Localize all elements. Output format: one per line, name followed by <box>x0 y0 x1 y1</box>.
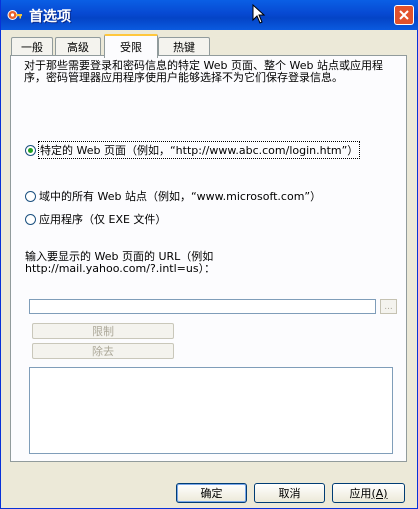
remove-button[interactable]: 除去 <box>32 343 174 359</box>
restrict-button[interactable]: 限制 <box>32 323 174 339</box>
apply-button[interactable]: 应用 (A) <box>332 483 405 503</box>
option-domain-sites-label: 域中的所有 Web 站点（例如，“www.microsoft.com”） <box>39 190 322 203</box>
radio-applications[interactable] <box>25 213 36 225</box>
restricted-items-list[interactable] <box>29 367 393 454</box>
option-applications-label: 应用程序（仅 EXE 文件） <box>39 213 167 226</box>
option-applications[interactable]: 应用程序（仅 EXE 文件） <box>25 211 166 227</box>
option-specific-page[interactable]: 特定的 Web 页面（例如，“http://www.abc.com/login.… <box>25 141 361 159</box>
mouse-cursor-icon <box>252 4 266 24</box>
window-title: 首选项 <box>29 9 71 25</box>
cancel-button[interactable]: 取消 <box>254 483 325 503</box>
preferences-window: 首选项 一般 高级 受限 热键 对于那些需要登录和密码信息的特定 Web 页面、… <box>0 0 418 509</box>
tab-general[interactable]: 一般 <box>11 37 53 56</box>
description-text: 对于那些需要登录和密码信息的特定 Web 页面、整个 Web 站点或应用程序，密… <box>24 59 383 84</box>
password-manager-icon <box>7 10 22 20</box>
radio-specific-page[interactable] <box>25 144 36 156</box>
title-bar[interactable]: 首选项 <box>1 0 418 30</box>
close-icon <box>399 10 409 20</box>
url-input[interactable] <box>29 299 376 314</box>
close-button[interactable] <box>394 5 414 25</box>
ok-button[interactable]: 确定 <box>176 483 247 503</box>
tab-advanced[interactable]: 高级 <box>55 37 101 56</box>
tab-restrictions[interactable]: 受限 <box>104 34 158 58</box>
apply-label: 应用 <box>349 487 372 500</box>
browse-button[interactable]: ... <box>380 299 397 314</box>
radio-domain-sites[interactable] <box>25 190 36 202</box>
tab-hotkeys[interactable]: 热键 <box>158 37 210 56</box>
url-prompt: 输入要显示的 Web 页面的 URL（例如 http://mail.yahoo.… <box>25 250 216 275</box>
option-specific-page-label: 特定的 Web 页面（例如，“http://www.abc.com/login.… <box>37 141 361 159</box>
option-domain-sites[interactable]: 域中的所有 Web 站点（例如，“www.microsoft.com”） <box>25 188 321 204</box>
apply-mnemonic: (A) <box>371 486 388 500</box>
restrictions-panel: 对于那些需要登录和密码信息的特定 Web 页面、整个 Web 站点或应用程序，密… <box>10 55 407 462</box>
